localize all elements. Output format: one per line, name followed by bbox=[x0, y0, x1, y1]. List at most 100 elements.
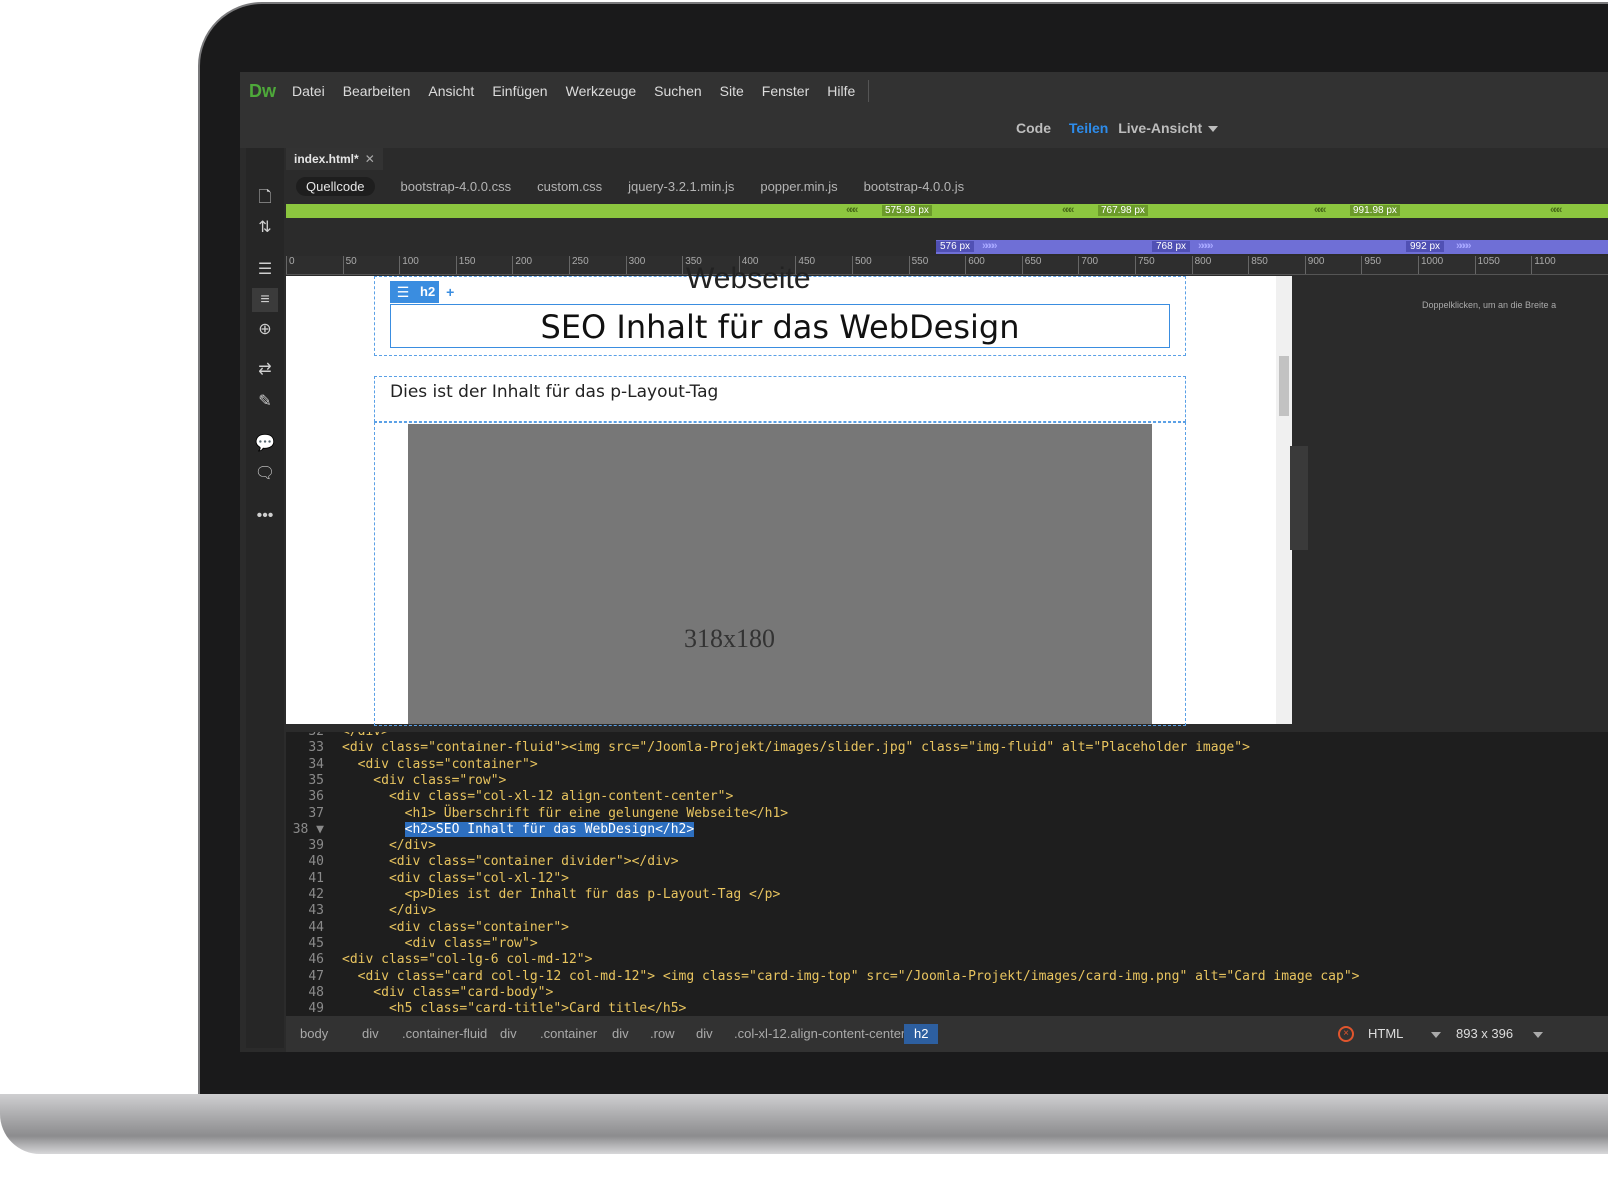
menu-item-datei[interactable]: Datei bbox=[292, 83, 325, 99]
code-line[interactable]: 47 <div class="card col-lg-12 col-md-12"… bbox=[286, 969, 1608, 985]
element-display[interactable]: ☰ h2 + bbox=[390, 281, 460, 303]
format-source-icon[interactable]: ≡ bbox=[252, 288, 278, 312]
tag-selector-div[interactable]: div bbox=[686, 1024, 723, 1044]
brush-icon[interactable]: ✎ bbox=[252, 390, 278, 414]
code-line[interactable]: 35 <div class="row"> bbox=[286, 773, 1608, 789]
related-file-bootstrap-js[interactable]: bootstrap-4.0.0.js bbox=[864, 179, 964, 194]
code-text[interactable]: <div class="col-lg-6 col-md-12"> bbox=[342, 952, 592, 967]
resize-area[interactable]: Doppelklicken, um an die Breite a bbox=[1292, 276, 1608, 724]
code-line[interactable]: 40 <div class="container divider"></div> bbox=[286, 854, 1608, 870]
code-line[interactable]: 38 ▼ <h2>SEO Inhalt für das WebDesign</h… bbox=[286, 821, 1608, 838]
tag-selector-col[interactable]: .col-xl-12.align-content-center bbox=[724, 1024, 915, 1044]
tag-selector-row[interactable]: .row bbox=[640, 1024, 685, 1044]
ruler[interactable]: 0 50 100 150 200 250 300 350 400 450 500 550 600 650 7… bbox=[286, 256, 1608, 275]
code-text[interactable]: <div class="card-body"> bbox=[342, 985, 553, 1000]
menu-item-fenster[interactable]: Fenster bbox=[762, 83, 809, 99]
code-text[interactable]: <h1> Überschrift für eine gelungene Webs… bbox=[342, 806, 789, 821]
comment-check-icon[interactable]: 🗨 bbox=[252, 462, 278, 486]
live-view[interactable]: Webseite ☰ h2 + SEO Inhalt für das WebDe… bbox=[286, 262, 1292, 726]
comment-icon[interactable]: 💬 bbox=[252, 432, 278, 456]
code-line[interactable]: 32 </div> bbox=[286, 732, 1608, 740]
menu-item-werkzeuge[interactable]: Werkzeuge bbox=[566, 83, 637, 99]
add-class-icon[interactable]: + bbox=[441, 283, 460, 301]
code-line[interactable]: 49 <h5 class="card-title">Card title</h5… bbox=[286, 1001, 1608, 1016]
media-query-max-1[interactable]: 575.98 px bbox=[882, 205, 932, 216]
code-text[interactable]: <div class="col-xl-12"> bbox=[342, 871, 569, 886]
menu-item-ansicht[interactable]: Ansicht bbox=[428, 83, 474, 99]
code-text[interactable]: </div> bbox=[342, 732, 389, 739]
code-line[interactable]: 46 <div class="col-lg-6 col-md-12"> bbox=[286, 952, 1608, 968]
related-file-popper[interactable]: popper.min.js bbox=[760, 179, 837, 194]
related-file-jquery[interactable]: jquery-3.2.1.min.js bbox=[628, 179, 734, 194]
media-query-max-2[interactable]: 767.98 px bbox=[1098, 205, 1148, 216]
code-line[interactable]: 42 <p>Dies ist der Inhalt für das p-Layo… bbox=[286, 887, 1608, 903]
code-line[interactable]: 39 </div> bbox=[286, 838, 1608, 854]
paragraph-text[interactable]: Dies ist der Inhalt für das p-Layout-Tag bbox=[390, 382, 718, 402]
related-file-source[interactable]: Quellcode bbox=[296, 176, 375, 196]
code-line[interactable]: 36 <div class="col-xl-12 align-content-c… bbox=[286, 789, 1608, 805]
element-tag[interactable]: h2 bbox=[416, 281, 440, 303]
code-text[interactable]: <h2>SEO Inhalt für das WebDesign</h2> bbox=[342, 821, 695, 837]
inspect-icon[interactable]: ⊕ bbox=[252, 318, 278, 342]
code-view[interactable]: 32 </div> 33 <div class="container-fluid"><… bbox=[286, 732, 1608, 1016]
selected-h2[interactable]: SEO Inhalt für das WebDesign bbox=[390, 304, 1170, 348]
code-line[interactable]: 37 <h1> Überschrift für eine gelungene W… bbox=[286, 806, 1608, 822]
tag-selector-h2[interactable]: h2 bbox=[904, 1024, 939, 1044]
max-width-media-query-bar[interactable]: ««« 575.98 px ««« 767.98 px ««« 991.98 p… bbox=[286, 204, 1608, 218]
related-file-custom-css[interactable]: custom.css bbox=[537, 179, 602, 194]
error-icon[interactable]: × bbox=[1338, 1026, 1354, 1042]
code-text[interactable]: <div class="container"> bbox=[342, 920, 569, 935]
hamburger-icon[interactable]: ☰ bbox=[390, 281, 416, 303]
page-h1[interactable]: Webseite bbox=[686, 262, 811, 296]
code-line[interactable]: 34 <div class="container"> bbox=[286, 757, 1608, 773]
code-text[interactable]: <div class="col-xl-12 align-content-cent… bbox=[342, 789, 733, 804]
menu-item-hilfe[interactable]: Hilfe bbox=[827, 83, 855, 99]
code-line[interactable]: 41 <div class="col-xl-12"> bbox=[286, 871, 1608, 887]
transfer-icon[interactable]: ⇅ bbox=[252, 216, 278, 240]
live-code-icon[interactable]: ☰ bbox=[252, 258, 278, 282]
code-view-button[interactable]: Code bbox=[1016, 120, 1051, 136]
scroll-thumb[interactable] bbox=[1279, 356, 1289, 416]
tag-selector-div[interactable]: div bbox=[352, 1024, 389, 1044]
code-text[interactable]: </div> bbox=[342, 903, 436, 918]
file-icon[interactable]: 🗋 bbox=[252, 186, 278, 210]
tag-selector-container[interactable]: .container bbox=[530, 1024, 607, 1044]
live-view-button[interactable]: Live-Ansicht bbox=[1118, 120, 1219, 136]
media-query-min-3[interactable]: 992 px bbox=[1406, 241, 1445, 252]
selected-code[interactable]: <h2>SEO Inhalt für das WebDesign</h2> bbox=[404, 821, 695, 837]
menu-item-bearbeiten[interactable]: Bearbeiten bbox=[343, 83, 411, 99]
min-width-media-query-bar[interactable]: 576 px »»»» 768 px »»»» 992 px »»»» bbox=[936, 240, 1608, 254]
code-text[interactable]: <div class="container"> bbox=[342, 757, 538, 772]
image-placeholder[interactable]: 318x180 bbox=[408, 424, 1152, 724]
media-query-max-3[interactable]: 991.98 px bbox=[1350, 205, 1400, 216]
window-size-select[interactable]: 893 x 396 bbox=[1456, 1024, 1544, 1044]
split-view-button[interactable]: Teilen bbox=[1069, 120, 1108, 136]
tag-selector-div[interactable]: div bbox=[490, 1024, 527, 1044]
tab-index-html[interactable]: index.html* ✕ bbox=[286, 148, 383, 170]
code-text[interactable]: <div class="row"> bbox=[342, 936, 538, 951]
tag-selector-div[interactable]: div bbox=[602, 1024, 639, 1044]
media-query-min-1[interactable]: 576 px bbox=[936, 241, 975, 252]
code-line[interactable]: 43 </div> bbox=[286, 903, 1608, 919]
code-text[interactable]: <div class="container divider"></div> bbox=[342, 854, 679, 869]
code-line[interactable]: 45 <div class="row"> bbox=[286, 936, 1608, 952]
menu-item-einfuegen[interactable]: Einfügen bbox=[492, 83, 547, 99]
media-query-min-2[interactable]: 768 px bbox=[1152, 241, 1191, 252]
code-line[interactable]: 33 <div class="container-fluid"><img src=… bbox=[286, 740, 1608, 756]
resize-icon[interactable]: ⇄ bbox=[252, 358, 278, 382]
code-text[interactable]: <h5 class="card-title">Card title</h5> bbox=[342, 1001, 686, 1016]
code-text[interactable]: <div class="row"> bbox=[342, 773, 506, 788]
code-line[interactable]: 44 <div class="container"> bbox=[286, 920, 1608, 936]
code-text[interactable]: <p>Dies ist der Inhalt für das p-Layout-… bbox=[342, 887, 781, 902]
h2-text[interactable]: SEO Inhalt für das WebDesign bbox=[391, 308, 1169, 346]
document-type-select[interactable]: HTML bbox=[1368, 1024, 1442, 1044]
tag-selector-body[interactable]: body bbox=[290, 1024, 338, 1044]
code-text[interactable]: <div class="container-fluid"><img src="/… bbox=[342, 740, 1250, 755]
tag-selector-container-fluid[interactable]: .container-fluid bbox=[392, 1024, 497, 1044]
code-text[interactable]: </div> bbox=[342, 838, 436, 853]
code-line[interactable]: 48 <div class="card-body"> bbox=[286, 985, 1608, 1001]
more-icon[interactable]: ••• bbox=[252, 504, 278, 528]
menu-item-site[interactable]: Site bbox=[720, 83, 744, 99]
related-file-bootstrap-css[interactable]: bootstrap-4.0.0.css bbox=[401, 179, 512, 194]
close-icon[interactable]: ✕ bbox=[365, 152, 375, 166]
